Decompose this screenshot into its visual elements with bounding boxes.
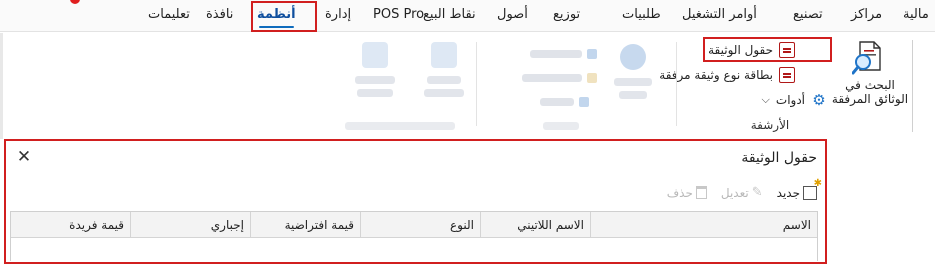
ribbon-group-separator — [676, 42, 677, 126]
column-header-required[interactable]: إجباري — [130, 212, 250, 238]
faded-ribbon-item — [540, 94, 589, 110]
menu-bar: مالية مراكز تصنيع أوامر التشغيل طلبيات ت… — [0, 0, 935, 32]
menu-item-assets[interactable]: أصول — [497, 7, 528, 22]
document-icon — [779, 67, 795, 83]
panel-toolbar: جديد ✎ تعديل حذف — [667, 178, 822, 201]
menu-item-window[interactable]: نافذة — [206, 7, 233, 22]
new-label: جديد — [776, 185, 800, 200]
menu-item-pos-pro[interactable]: POS Pro — [373, 7, 424, 22]
chevron-down-icon: ⌵ — [761, 93, 770, 106]
search-attachments-label-2: الوثائق المرفقة — [831, 92, 909, 106]
menu-item-administration[interactable]: إدارة — [325, 7, 351, 22]
faded-group-label — [345, 118, 455, 134]
document-search-icon — [852, 41, 881, 75]
faded-ribbon-button — [350, 42, 400, 97]
faded-ribbon-item — [522, 70, 597, 86]
pencil-icon: ✎ — [751, 185, 763, 200]
document-fields-panel: ✕ حقول الوثيقة جديد ✎ تعديل حذف الاسم ال… — [4, 139, 827, 264]
menu-item-manufacturing[interactable]: تصنيع — [793, 7, 823, 22]
column-header-default-value[interactable]: قيمة افتراضية — [250, 212, 360, 238]
menu-item-work-orders[interactable]: أوامر التشغيل — [682, 7, 757, 22]
ribbon-group-label-archiving: الأرشفة — [750, 118, 790, 132]
table-header: الاسم الاسم اللاتيني النوع قيمة افتراضية… — [11, 212, 817, 238]
faded-ribbon-button — [420, 42, 468, 97]
new-document-icon — [803, 178, 822, 200]
faded-group-label — [543, 118, 579, 134]
delete-button[interactable]: حذف — [667, 186, 707, 200]
gear-icon: ⚙ — [812, 91, 826, 109]
column-header-unique-value[interactable]: قيمة فريدة — [11, 212, 130, 238]
edit-button[interactable]: ✎ تعديل — [721, 185, 763, 200]
fields-table: الاسم الاسم اللاتيني النوع قيمة افتراضية… — [10, 211, 818, 261]
panel-title: حقول الوثيقة — [741, 150, 817, 166]
menu-item-distribution[interactable]: توزيع — [553, 7, 580, 22]
close-icon[interactable]: ✕ — [14, 147, 34, 167]
ribbon-group-separator — [476, 42, 477, 126]
ribbon-scroll-strip — [0, 33, 3, 139]
new-button[interactable]: جديد — [776, 178, 822, 200]
menu-item-pos[interactable]: نقاط البيع — [423, 7, 476, 22]
ribbon-divider — [912, 40, 913, 132]
column-header-type[interactable]: النوع — [360, 212, 480, 238]
trash-icon — [695, 186, 707, 199]
faded-ribbon-item — [530, 46, 597, 62]
tools-label: أدوات — [775, 93, 805, 107]
notification-dot — [70, 0, 80, 4]
column-header-latin-name[interactable]: الاسم اللاتيني — [480, 212, 590, 238]
menu-item-orders[interactable]: طلبيات — [622, 7, 661, 22]
edit-label: تعديل — [720, 185, 749, 200]
document-fields-highlight — [703, 37, 832, 62]
search-attachments-button[interactable]: البحث في الوثائق المرفقة — [830, 40, 910, 112]
faded-ribbon-button — [612, 44, 654, 99]
attachment-type-card-button[interactable]: بطاقة نوع وثيقة مرفقة — [659, 64, 795, 86]
tools-dropdown-button[interactable]: ⌵ أدوات ⚙ — [762, 89, 827, 111]
menu-item-centers[interactable]: مراكز — [851, 7, 882, 22]
table-body — [11, 239, 817, 261]
active-tab-highlight — [251, 1, 317, 32]
menu-item-help[interactable]: تعليمات — [148, 7, 190, 22]
menu-item-finance[interactable]: مالية — [903, 7, 929, 22]
search-attachments-label-1: البحث في — [845, 78, 895, 92]
column-header-name[interactable]: الاسم — [590, 212, 817, 238]
delete-label: حذف — [666, 185, 693, 200]
